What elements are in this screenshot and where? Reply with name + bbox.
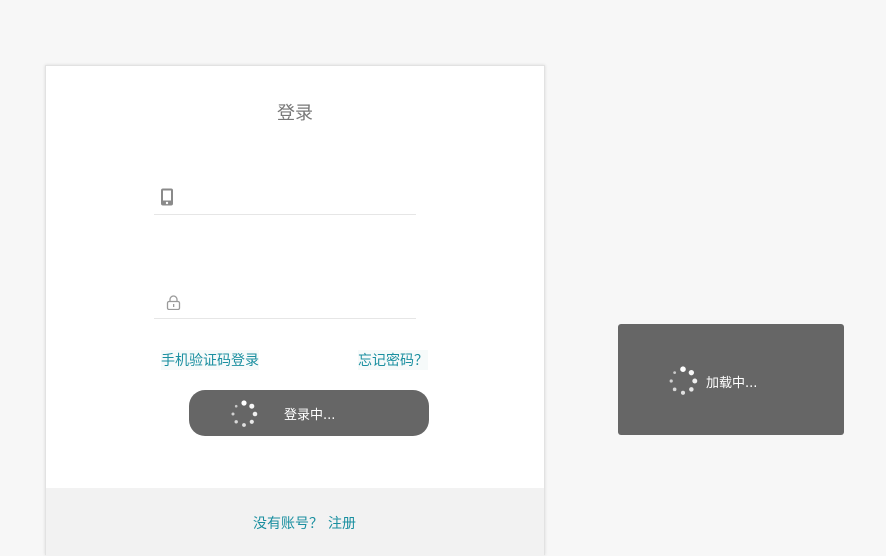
password-input[interactable]: [186, 288, 416, 316]
phone-field[interactable]: [154, 180, 416, 215]
loading-spinner-icon: [230, 400, 258, 432]
lock-icon: [166, 295, 181, 314]
login-card: 登录 手机验证码登录 忘记密码？ 登录中... 没有账号？ 注册: [45, 65, 545, 556]
loading-spinner-icon: [668, 366, 698, 400]
phone-input[interactable]: [186, 184, 416, 212]
forgot-password-link[interactable]: 忘记密码？: [358, 350, 428, 370]
mobile-phone-icon: [160, 188, 174, 210]
password-field[interactable]: [154, 284, 416, 319]
sms-login-link[interactable]: 手机验证码登录: [161, 350, 259, 370]
card-footer: 没有账号？ 注册: [46, 488, 544, 556]
register-link[interactable]: 注册: [328, 513, 356, 533]
loading-toast-label: 加载中...: [706, 376, 758, 391]
no-account-text: 没有账号？: [253, 516, 323, 532]
login-button[interactable]: 登录中...: [189, 390, 429, 436]
loading-toast: 加载中...: [618, 324, 844, 435]
login-title: 登录: [277, 103, 313, 124]
login-button-label: 登录中...: [284, 408, 336, 423]
